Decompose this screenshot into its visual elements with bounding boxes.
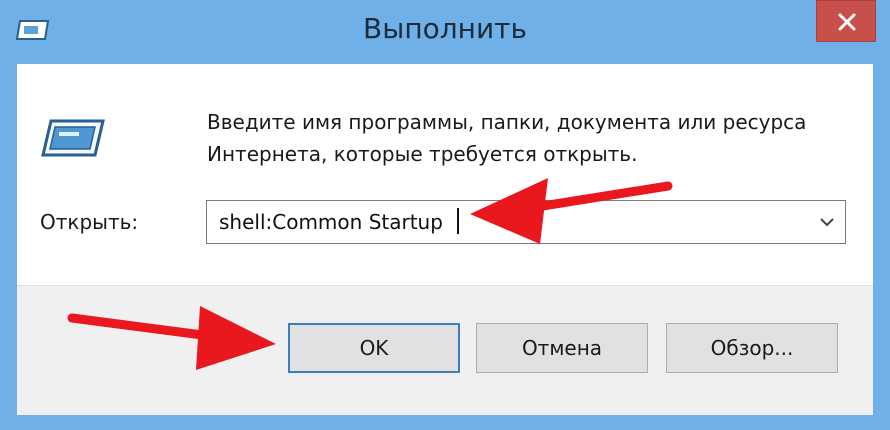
title-bar[interactable]: Выполнить	[0, 0, 890, 64]
ok-button[interactable]: OK	[288, 323, 460, 373]
run-program-icon	[41, 119, 105, 157]
open-label: Открыть:	[40, 210, 139, 234]
command-combobox[interactable]	[206, 200, 846, 244]
close-icon	[838, 13, 856, 31]
run-dialog-window: Выполнить Введите имя программы, папки, …	[0, 0, 890, 430]
instruction-text: Введите имя программы, папки, документа …	[207, 106, 867, 170]
close-button[interactable]	[816, 0, 876, 42]
instruction-line-1: Введите имя программы, папки, документа …	[207, 110, 807, 134]
command-input[interactable]	[219, 201, 799, 243]
window-title: Выполнить	[363, 12, 527, 45]
text-cursor	[457, 208, 459, 234]
browse-button[interactable]: Обзор...	[666, 323, 838, 373]
cancel-button[interactable]: Отмена	[476, 323, 648, 373]
instruction-line-2: Интернета, которые требуется открыть.	[207, 142, 638, 166]
chevron-down-icon[interactable]	[819, 215, 835, 229]
